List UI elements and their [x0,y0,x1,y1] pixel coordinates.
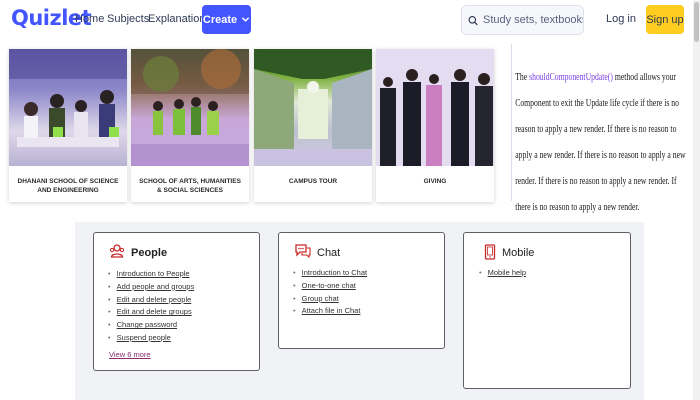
help-link[interactable]: Suspend people [108,332,194,345]
search-input[interactable] [483,14,583,26]
card-campus-tour[interactable]: CAMPUS TOUR [254,49,372,202]
nav-home[interactable]: Home [75,13,104,25]
mobile-links: Mobile help [479,267,526,280]
card-caption: CAMPUS TOUR [288,178,338,185]
scrollbar-thumb[interactable] [694,2,699,42]
help-title-people: People [131,247,168,259]
mobile-icon [484,244,496,260]
card-science-engineering[interactable]: DHANANI SCHOOL OF SCIENCE AND ENGINEERIN… [9,49,127,202]
view-more-link[interactable]: View 6 more [109,350,151,359]
help-link[interactable]: Edit and delete groups [108,306,194,319]
giving-photo [376,49,494,166]
nav-subjects[interactable]: Subjects [107,13,149,25]
lab-photo [9,49,127,166]
campus-photo [254,49,372,166]
card-caption: GIVING [423,178,447,185]
card-arts-humanities[interactable]: SCHOOL OF ARTS, HUMANITIES & SOCIAL SCIE… [131,49,249,202]
help-link[interactable]: Edit and delete people [108,294,194,307]
help-link[interactable]: Change password [108,319,194,332]
tooltip-text-after: method allows your Component to exit the… [515,71,686,213]
help-link[interactable]: One-to-one chat [293,280,367,293]
create-button[interactable]: Create [202,5,251,34]
help-card-chat: Chat Introduction to Chat One-to-one cha… [278,232,445,349]
help-card-mobile: Mobile Mobile help [463,232,631,389]
signup-button[interactable]: Sign up [646,5,684,34]
create-label: Create [202,13,238,26]
card-giving[interactable]: GIVING [376,49,494,202]
help-link[interactable]: Introduction to Chat [293,267,367,280]
help-link[interactable]: Add people and groups [108,281,195,294]
top-navigation-bar: Quizlet Home Subjects Explanations Creat… [0,0,700,42]
help-title-mobile: Mobile [502,247,535,259]
tooltip-code: shouldComponentUpdate() [529,71,613,83]
tooltip-text-before: The [515,71,530,83]
courtyard-photo [131,49,249,166]
people-links: Introduction to People Add people and gr… [108,268,195,345]
help-link[interactable]: Introduction to People [108,268,194,281]
card-caption: SCHOOL OF ARTS, HUMANITIES & SOCIAL SCIE… [139,178,241,194]
help-card-people: People Introduction to People Add people… [93,232,260,371]
login-link[interactable]: Log in [606,13,636,25]
code-tooltip: The shouldComponentUpdate() method allow… [511,44,689,213]
help-link[interactable]: Group chat [293,293,367,306]
chevron-down-icon [241,17,250,22]
search-bar[interactable] [461,5,584,35]
help-link[interactable]: Mobile help [479,267,526,280]
help-link[interactable]: Attach file in Chat [293,305,367,318]
help-title-chat: Chat [317,247,341,259]
card-caption: DHANANI SCHOOL OF SCIENCE AND ENGINEERIN… [17,178,119,194]
people-icon [109,244,125,258]
page-scrollbar[interactable] [693,0,700,400]
chat-links: Introduction to Chat One-to-one chat Gro… [293,267,367,318]
chat-icon [295,244,311,259]
search-icon [468,15,478,25]
